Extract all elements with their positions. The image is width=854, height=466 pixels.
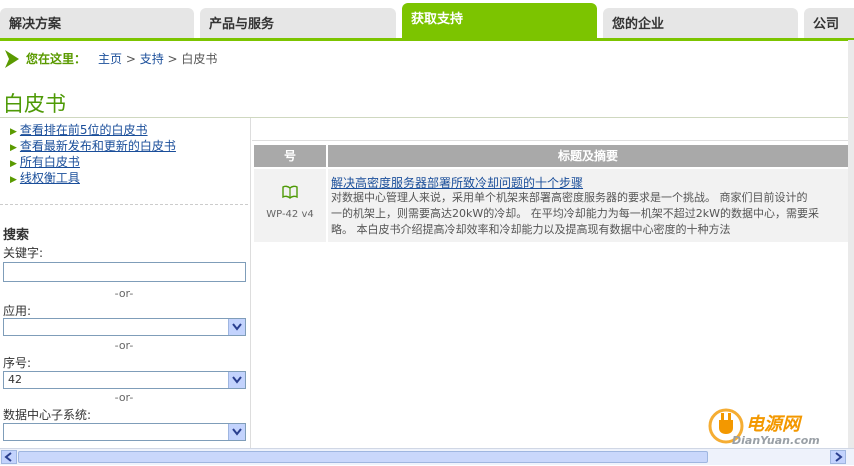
tab-underline bbox=[0, 38, 854, 41]
keyword-label: 关键字: bbox=[3, 246, 44, 260]
scroll-left-button[interactable] bbox=[1, 450, 17, 464]
bullet-icon: ▶ bbox=[10, 175, 17, 185]
link-latest-whitepapers[interactable]: 查看最新发布和更新的白皮书 bbox=[20, 139, 176, 153]
breadcrumb-current: 白皮书 bbox=[181, 52, 218, 66]
whitepaper-title-link[interactable]: 解决高密度服务器部署所致冷却问题的十个步骤 bbox=[331, 174, 583, 191]
or-separator: -or- bbox=[114, 391, 134, 404]
chevron-down-icon bbox=[232, 376, 242, 384]
whitepaper-abstract: 对数据中心管理人来说，采用单个机架来部署高密度服务器的要求是一个挑战。 商家们目… bbox=[331, 190, 848, 238]
table-cell-number: WP-42 v4 bbox=[254, 169, 326, 242]
chevron-right-icon bbox=[835, 452, 843, 462]
dropdown-button[interactable] bbox=[228, 372, 245, 388]
or-separator: -or- bbox=[114, 339, 134, 352]
watermark-url: DianYuan.com bbox=[732, 434, 820, 447]
divider bbox=[0, 204, 248, 205]
table-cell-title: 解决高密度服务器部署所致冷却问题的十个步骤 对数据中心管理人来说，采用单个机架来… bbox=[328, 169, 848, 242]
link-tradeoff-tools[interactable]: 线权衡工具 bbox=[20, 171, 80, 185]
sidebar-links: ▶ 查看排在前5位的白皮书 ▶ 查看最新发布和更新的白皮书 ▶ 所有白皮书 ▶ 线权衡工… bbox=[10, 122, 176, 186]
breadcrumb-home-link[interactable]: 主页 bbox=[98, 52, 122, 66]
subsystem-label: 数据中心子系统: bbox=[3, 408, 92, 422]
bullet-icon: ▶ bbox=[10, 127, 17, 137]
breadcrumb-path: 主页 > 支持 > 白皮书 bbox=[98, 50, 217, 67]
scroll-right-button[interactable] bbox=[830, 450, 846, 464]
open-book-icon bbox=[282, 185, 298, 199]
dropdown-button[interactable] bbox=[228, 424, 245, 440]
watermark-name: 电源网 bbox=[746, 414, 800, 435]
or-separator: -or- bbox=[114, 287, 134, 300]
breadcrumb-prefix: 您在这里： bbox=[26, 52, 87, 66]
tab-company[interactable]: 公司 bbox=[804, 8, 854, 38]
number-select-value: 42 bbox=[8, 373, 22, 386]
watermark-logo: 电源网 DianYuan.com bbox=[706, 404, 854, 450]
link-all-whitepapers[interactable]: 所有白皮书 bbox=[20, 155, 80, 169]
page-title: 白皮书 bbox=[3, 92, 66, 116]
search-heading-wrap: 搜索 bbox=[3, 224, 29, 243]
search-heading: 搜索 bbox=[3, 228, 30, 243]
breadcrumb-separator: > bbox=[122, 52, 140, 66]
number-label: 序号: bbox=[3, 356, 32, 370]
tab-your-business[interactable]: 您的企业 bbox=[603, 8, 798, 38]
horizontal-scrollbar[interactable] bbox=[0, 448, 854, 465]
abstract-line: 对数据中心管理人来说，采用单个机架来部署高密度服务器的要求是一个挑战。 商家们目… bbox=[331, 191, 808, 204]
bullet-icon: ▶ bbox=[10, 143, 17, 153]
application-label: 应用: bbox=[3, 304, 32, 318]
bullet-icon: ▶ bbox=[10, 159, 17, 169]
tab-solutions[interactable]: 解决方案 bbox=[0, 8, 194, 38]
chevron-down-icon bbox=[232, 428, 242, 436]
list-item: ▶ 所有白皮书 bbox=[10, 154, 176, 170]
list-item: ▶ 线权衡工具 bbox=[10, 170, 176, 186]
scroll-thumb[interactable] bbox=[18, 451, 708, 463]
tab-products-services[interactable]: 产品与服务 bbox=[200, 8, 396, 38]
keyword-input[interactable] bbox=[3, 262, 246, 282]
divider bbox=[252, 140, 848, 141]
vertical-scrollbar[interactable] bbox=[848, 40, 854, 448]
breadcrumb-support-link[interactable]: 支持 bbox=[140, 52, 164, 66]
top-nav-tabs: 解决方案 产品与服务 获取支持 您的企业 公司 bbox=[0, 0, 854, 41]
column-header-title: 标题及摘要 bbox=[328, 145, 848, 167]
abstract-line: 略。 本白皮书介绍提高冷却效率和冷却能力以及提高现有数据中心密度的十种方法 bbox=[331, 223, 731, 236]
subsystem-select[interactable] bbox=[3, 423, 246, 441]
number-select[interactable]: 42 bbox=[3, 371, 246, 389]
list-item: ▶ 查看最新发布和更新的白皮书 bbox=[10, 138, 176, 154]
list-item: ▶ 查看排在前5位的白皮书 bbox=[10, 122, 176, 138]
tab-get-support[interactable]: 获取支持 bbox=[402, 3, 597, 38]
whitepaper-number: WP-42 v4 bbox=[266, 209, 314, 220]
breadcrumb-separator: > bbox=[163, 52, 182, 66]
chevron-down-icon bbox=[232, 323, 242, 331]
column-header-number: 号 bbox=[254, 145, 326, 167]
abstract-line: 一的机架上，则需要高达20kW的冷却。 在平均冷却能力为每一机架不超过2kW的数… bbox=[331, 207, 819, 220]
chevron-right-icon bbox=[5, 50, 19, 68]
chevron-left-icon bbox=[4, 452, 12, 462]
link-top5-whitepapers[interactable]: 查看排在前5位的白皮书 bbox=[20, 123, 148, 137]
dropdown-button[interactable] bbox=[228, 319, 245, 335]
breadcrumb: 您在这里： 主页 > 支持 > 白皮书 bbox=[0, 46, 840, 68]
sidebar: ▶ 查看排在前5位的白皮书 ▶ 查看最新发布和更新的白皮书 ▶ 所有白皮书 ▶ 线权衡工… bbox=[0, 118, 251, 448]
application-select[interactable] bbox=[3, 318, 246, 336]
